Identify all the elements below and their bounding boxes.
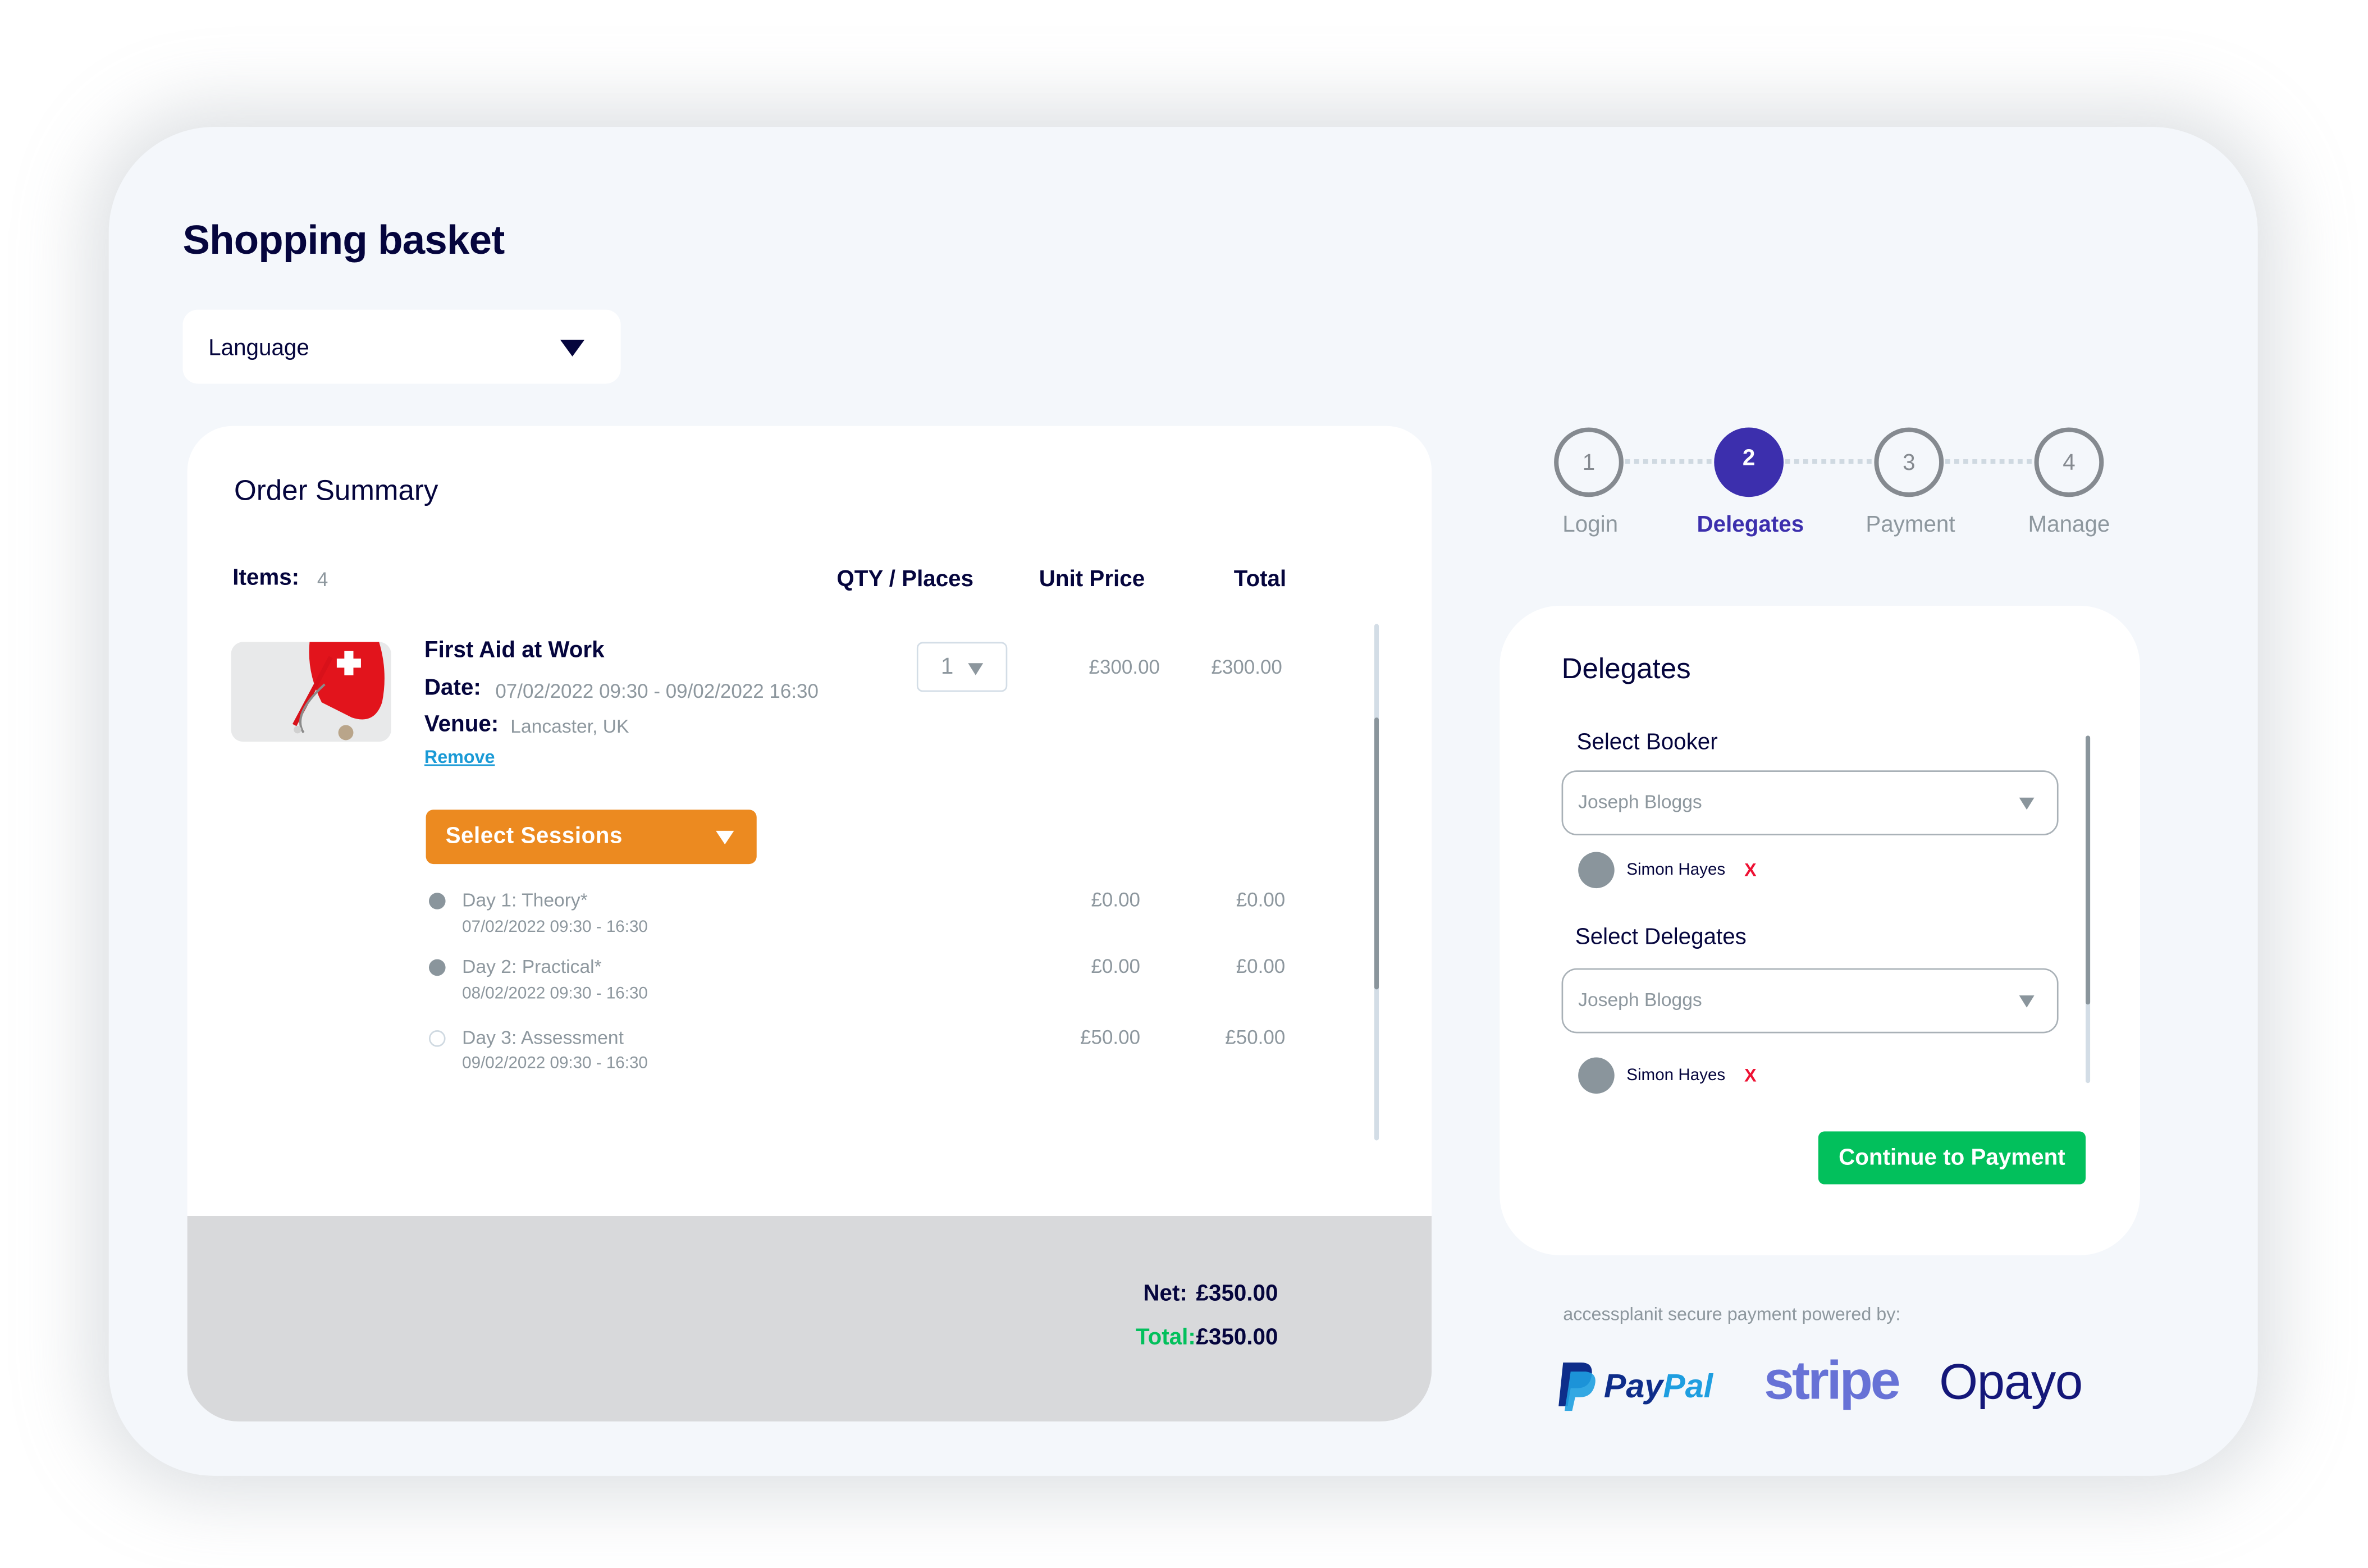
step-label-payment: Payment	[1866, 512, 1955, 538]
date-value: 07/02/2022 09:30 - 09/02/2022 16:30	[495, 679, 819, 703]
chevron-down-icon	[716, 830, 734, 845]
booker-select[interactable]: Joseph Bloggs	[1561, 770, 2059, 835]
column-header-qty: QTY / Places	[836, 566, 974, 592]
order-totals-footer	[187, 1216, 1432, 1421]
session-name: Day 1: Theory*	[462, 889, 588, 911]
session-total: £50.00	[1225, 1025, 1286, 1049]
continue-to-payment-button[interactable]: Continue to Payment	[1818, 1131, 2086, 1185]
stage: Shopping basket Language Order Summary I…	[0, 0, 2368, 1568]
remove-item-link[interactable]: Remove	[424, 746, 495, 767]
chevron-down-icon	[968, 663, 984, 675]
course-name: First Aid at Work	[424, 637, 605, 664]
session-date: 09/02/2022 09:30 - 16:30	[462, 1054, 648, 1073]
quantity-value: 1	[940, 654, 954, 680]
session-radio-day-3[interactable]	[428, 1030, 446, 1047]
step-label-login: Login	[1562, 512, 1619, 538]
delegates-select-placeholder: Joseph Bloggs	[1578, 989, 1702, 1011]
column-header-total: Total	[1233, 566, 1287, 592]
delegates-card: Delegates Select Booker Joseph Bloggs Si…	[1500, 605, 2140, 1255]
quantity-select[interactable]: 1	[916, 642, 1008, 692]
chevron-down-icon	[560, 340, 585, 357]
remove-delegate-button[interactable]: X	[1744, 1065, 1757, 1086]
select-sessions-label: Select Sessions	[445, 823, 623, 849]
session-date: 07/02/2022 09:30 - 16:30	[462, 918, 648, 937]
course-image	[231, 642, 391, 742]
net-value: £350.00	[1196, 1281, 1278, 1307]
items-label: Items:	[232, 565, 300, 591]
step-number: 3	[1903, 450, 1916, 476]
step-connector	[1625, 459, 1713, 464]
column-header-unit-price: Unit Price	[1039, 566, 1145, 592]
page-title: Shopping basket	[182, 217, 505, 263]
session-name: Day 3: Assessment	[462, 1027, 624, 1049]
step-manage[interactable]: 4	[2034, 427, 2104, 497]
select-sessions-button[interactable]: Select Sessions	[426, 810, 757, 865]
first-aid-kit-image	[231, 642, 391, 742]
stripe-logo: stripe	[1764, 1348, 1901, 1411]
order-summary-title: Order Summary	[234, 476, 438, 508]
step-payment[interactable]: 3	[1874, 427, 1944, 497]
step-label-manage: Manage	[2028, 512, 2110, 538]
session-radio-day-1[interactable]	[428, 893, 446, 909]
powered-by-text: accessplanit secure payment powered by:	[1563, 1304, 1901, 1325]
booker-select-placeholder: Joseph Bloggs	[1578, 791, 1702, 813]
avatar	[1578, 852, 1615, 889]
session-total: £0.00	[1236, 888, 1286, 911]
items-scrollbar-thumb[interactable]	[1374, 717, 1379, 990]
items-count: 4	[317, 568, 328, 591]
paypal-logo-pay: Pay	[1603, 1367, 1663, 1405]
venue-label: Venue:	[424, 711, 499, 738]
order-summary-card: Order Summary Items: 4 QTY / Places Unit…	[187, 426, 1432, 1421]
avatar	[1578, 1057, 1615, 1094]
language-select[interactable]: Language	[182, 309, 621, 384]
session-name: Day 2: Practical*	[462, 956, 602, 977]
step-number: 4	[2063, 450, 2076, 476]
paypal-logo: PayPal	[1604, 1367, 1713, 1406]
delegate-name: Simon Hayes	[1626, 1066, 1726, 1085]
net-label: Net:	[1143, 1281, 1187, 1307]
paypal-icon	[1558, 1363, 1596, 1411]
date-label: Date:	[424, 675, 481, 701]
step-label-delegates: Delegates	[1697, 512, 1804, 538]
total-label: Total:	[1135, 1324, 1196, 1351]
delegates-title: Delegates	[1561, 654, 1691, 686]
delegates-select[interactable]: Joseph Bloggs	[1561, 968, 2059, 1034]
total-value: £350.00	[1196, 1324, 1278, 1351]
select-delegates-label: Select Delegates	[1575, 924, 1747, 950]
delegates-scrollbar-thumb[interactable]	[2086, 735, 2091, 1005]
step-connector	[1785, 459, 1873, 464]
paypal-logo-mark	[1557, 1361, 1599, 1412]
opayo-logo: Opayo	[1939, 1353, 2083, 1410]
remove-booker-button[interactable]: X	[1744, 860, 1757, 881]
step-login[interactable]: 1	[1554, 427, 1624, 497]
session-unit-price: £50.00	[1080, 1025, 1141, 1049]
select-booker-label: Select Booker	[1576, 729, 1718, 756]
chevron-down-icon	[2019, 797, 2035, 810]
step-number: 2	[1742, 445, 1756, 472]
item-unit-price: £300.00	[1089, 655, 1160, 679]
booker-name: Simon Hayes	[1626, 861, 1726, 879]
session-radio-day-2[interactable]	[428, 959, 446, 976]
session-unit-price: £0.00	[1091, 954, 1141, 977]
venue-value: Lancaster, UK	[510, 716, 629, 738]
item-total: £300.00	[1211, 655, 1282, 679]
session-unit-price: £0.00	[1091, 888, 1141, 911]
paypal-logo-pal: Pal	[1663, 1367, 1713, 1405]
step-number: 1	[1582, 450, 1596, 476]
session-total: £0.00	[1236, 954, 1286, 977]
chevron-down-icon	[2019, 995, 2035, 1008]
step-connector	[1945, 459, 2033, 464]
continue-to-payment-label: Continue to Payment	[1839, 1145, 2065, 1171]
step-delegates[interactable]: 2	[1714, 427, 1784, 497]
session-date: 08/02/2022 09:30 - 16:30	[462, 985, 648, 1003]
language-select-label: Language	[208, 335, 309, 362]
